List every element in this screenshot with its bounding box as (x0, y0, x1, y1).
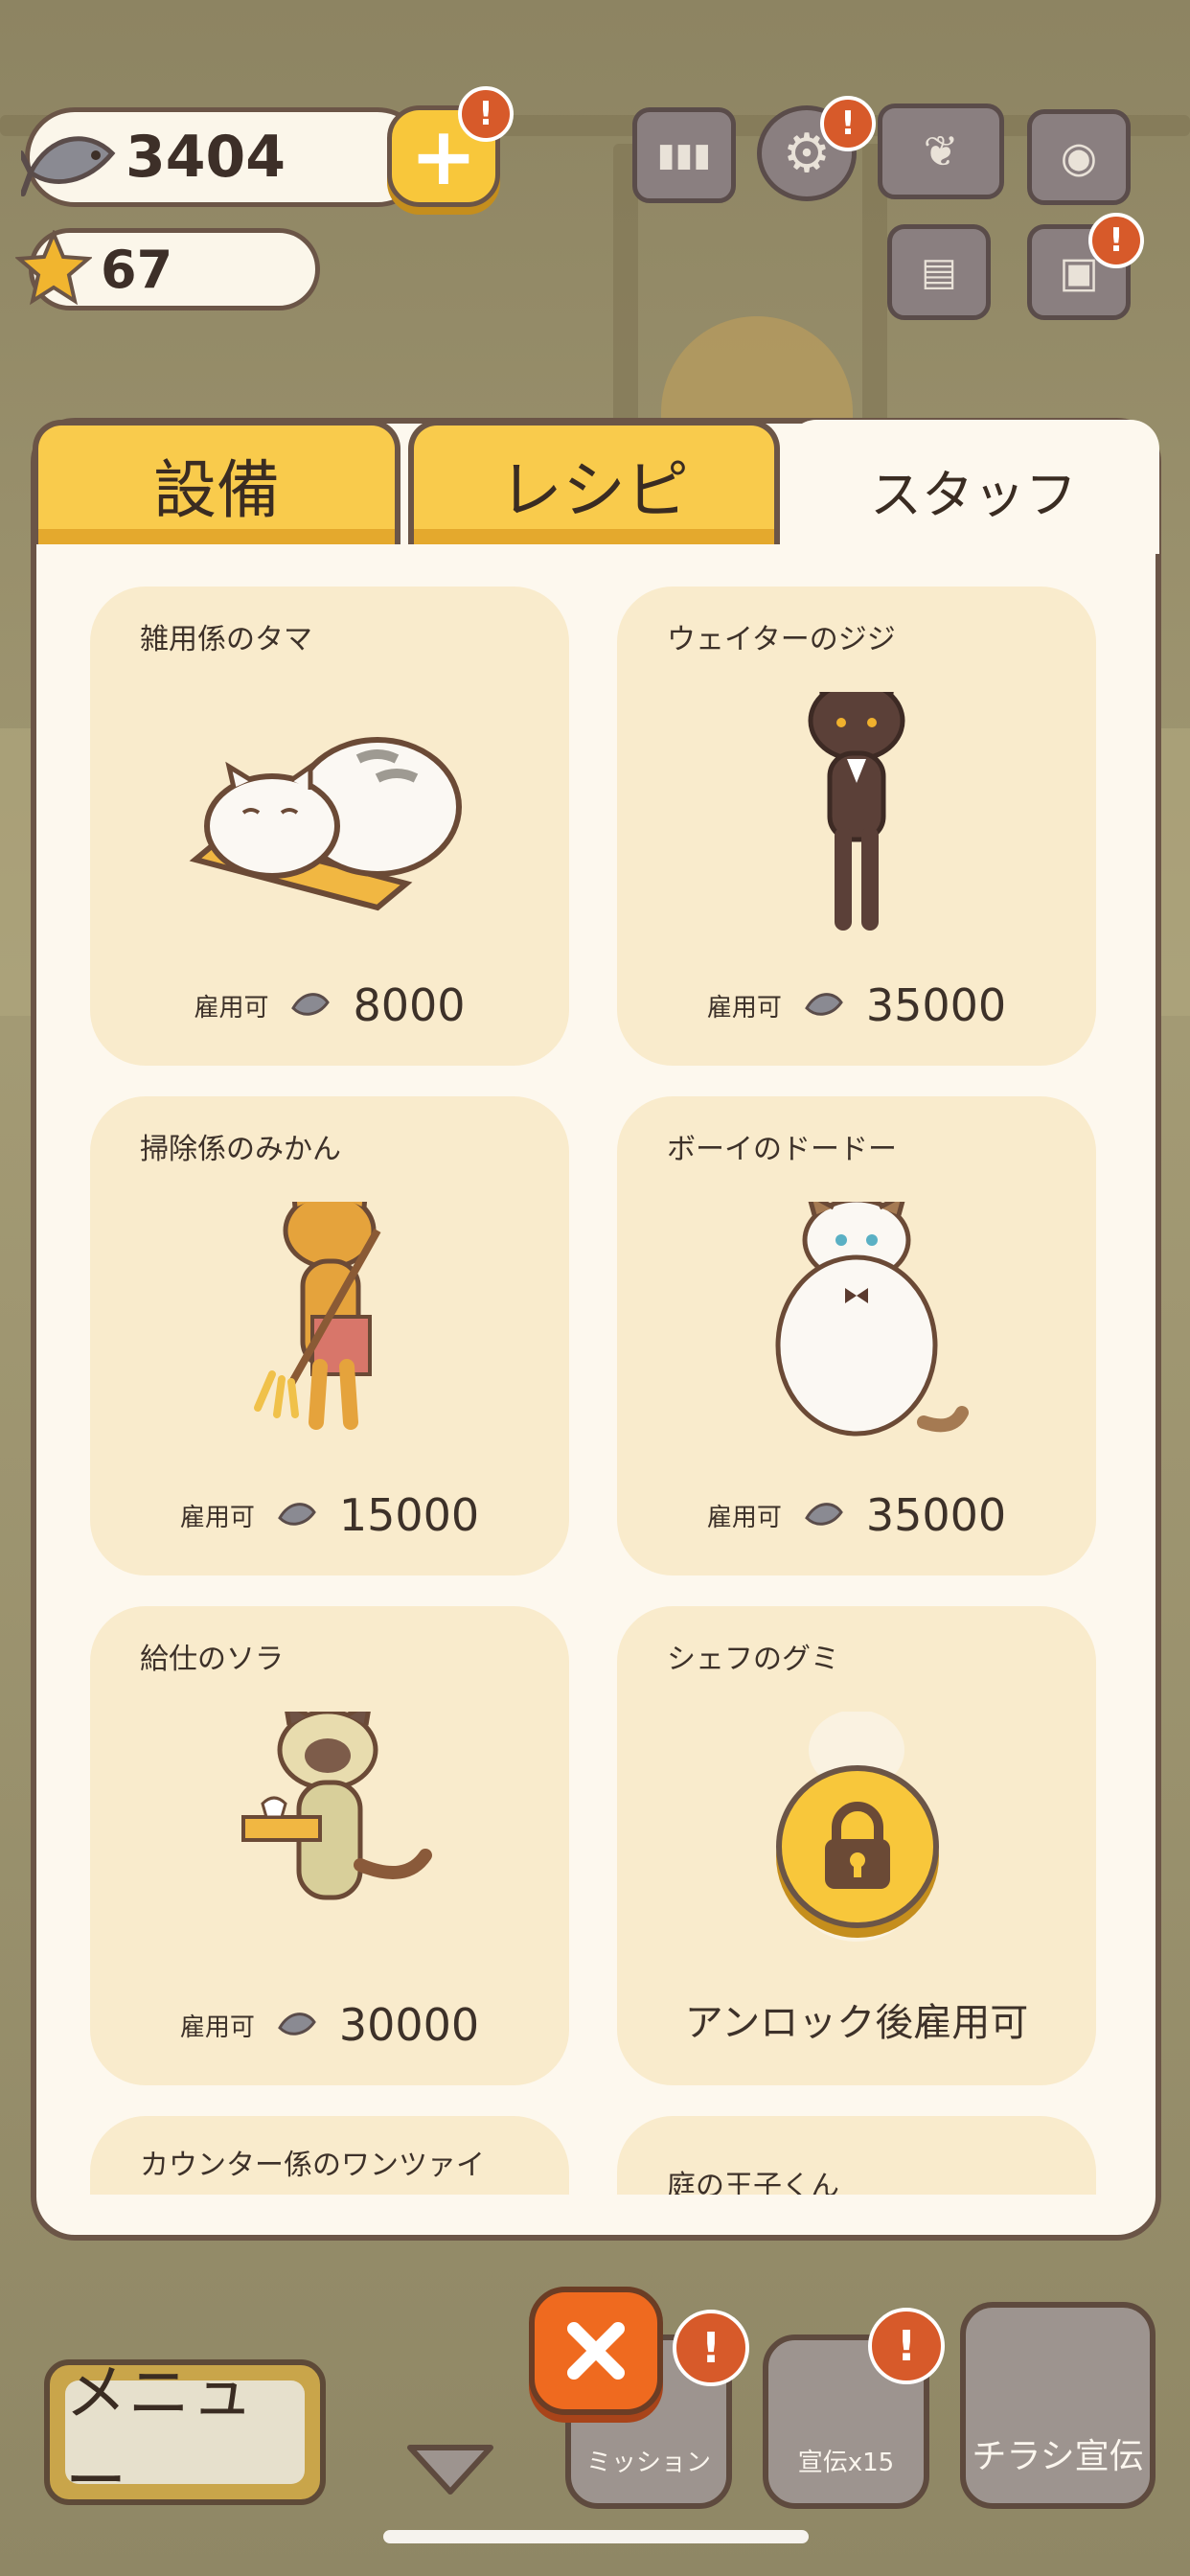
hire-price: 8000 (353, 979, 466, 1031)
price-row: 雇用可 8000 (90, 979, 569, 1031)
hire-price: 30000 (338, 1999, 480, 2051)
settings-alert-badge: ! (820, 96, 876, 151)
staff-name: シェフのグミ (667, 1643, 839, 1676)
price-row: 雇用可 35000 (617, 1489, 1096, 1541)
fish-icon (276, 1497, 318, 1533)
cookbook-button[interactable]: ❦ (878, 104, 1004, 199)
fish-icon (18, 115, 126, 199)
staff-card-locked[interactable]: シェフのグミ アンロック後雇用可 (617, 1606, 1096, 2085)
staff-card[interactable]: ウェイターのジジ 雇用可 35000 (617, 586, 1096, 1066)
staff-name: 雑用係のタマ (140, 623, 312, 656)
staff-name: ボーイのドードー (667, 1133, 897, 1166)
cat-illustration (90, 692, 569, 932)
camera-button[interactable]: ◉ (1027, 109, 1131, 205)
staff-name: ウェイターのジジ (667, 623, 896, 656)
hire-price: 15000 (338, 1489, 480, 1541)
close-button[interactable] (529, 2287, 663, 2415)
collapse-arrow-icon[interactable] (404, 2440, 496, 2497)
promotion-label: 宣伝x15 (797, 2449, 895, 2477)
menu-label: メニュー (65, 2358, 305, 2518)
tab-recipes[interactable]: レシピ (408, 420, 780, 544)
fish-icon (289, 987, 332, 1024)
hire-status: 雇用可 (706, 1503, 782, 1532)
cat-illustration (617, 1189, 1096, 1441)
price-row: 雇用可 15000 (90, 1489, 569, 1541)
hire-status: 雇用可 (194, 993, 269, 1023)
tab-staff[interactable]: スタッフ (788, 420, 1159, 554)
gift-alert-badge: ! (1088, 213, 1144, 268)
hire-status: 雇用可 (179, 2012, 255, 2042)
newspaper-button[interactable]: ▤ (887, 224, 991, 320)
promotion-alert-badge: ! (868, 2308, 945, 2384)
star-icon (14, 228, 93, 307)
hire-price: 35000 (865, 1489, 1007, 1541)
newspaper-icon: ▤ (921, 250, 957, 294)
unlock-status: アンロック後雇用可 (684, 2001, 1029, 2045)
staff-name: カウンター係のワンツァイ (140, 2149, 485, 2182)
close-icon (567, 2322, 625, 2380)
staff-name: 掃除係のみかん (140, 1133, 341, 1166)
star-count: 67 (101, 239, 173, 300)
fish-icon (803, 1497, 845, 1533)
add-fish-alert-badge: ! (458, 86, 514, 142)
tab-equipment[interactable]: 設備 (33, 420, 400, 544)
flyer-label: チラシ宣伝 (972, 2437, 1144, 2476)
fish-count: 3404 (126, 124, 286, 191)
staff-card[interactable]: 掃除係のみかん 雇用可 15000 (90, 1096, 569, 1576)
hire-status: 雇用可 (706, 993, 782, 1023)
flyer-promotion-button[interactable]: チラシ宣伝 (960, 2302, 1156, 2509)
ranking-button[interactable]: ▮▮▮ (632, 107, 736, 203)
staff-name: 給仕のソラ (140, 1643, 284, 1676)
staff-card[interactable]: 庭の王子くん (617, 2116, 1096, 2195)
hire-price: 35000 (865, 979, 1007, 1031)
cat-illustration (90, 1697, 569, 1951)
cat-illustration (90, 1181, 569, 1441)
menu-button[interactable]: メニュー (44, 2358, 326, 2518)
staff-card[interactable]: 給仕のソラ 雇用可 30000 (90, 1606, 569, 2085)
price-row: 雇用可 35000 (617, 979, 1096, 1031)
fish-icon (803, 987, 845, 1024)
ranking-icon: ▮▮▮ (656, 136, 712, 174)
price-row: 雇用可 30000 (90, 1999, 569, 2051)
lock-badge (776, 1765, 939, 1928)
home-indicator[interactable] (383, 2530, 809, 2543)
staff-card[interactable]: カウンター係のワンツァイ (90, 2116, 569, 2195)
mission-label: ミッション (585, 2449, 711, 2477)
lock-icon (825, 1802, 890, 1889)
fish-icon (276, 2007, 318, 2043)
staff-card[interactable]: ボーイのドードー 雇用可 35000 (617, 1096, 1096, 1576)
mission-alert-badge: ! (673, 2310, 749, 2386)
cookbook-icon: ❦ (923, 126, 959, 176)
staff-name: 庭の王子くん (667, 2170, 839, 2195)
staff-grid[interactable]: 雑用係のタマ 雇用可 8000 ウェイターのジジ 雇用可 35000 掃除係のみ… (90, 586, 1100, 2195)
hire-status: 雇用可 (179, 1503, 255, 1532)
cat-illustration (617, 672, 1096, 932)
camera-icon: ◉ (1060, 132, 1098, 182)
staff-card[interactable]: 雑用係のタマ 雇用可 8000 (90, 586, 569, 1066)
